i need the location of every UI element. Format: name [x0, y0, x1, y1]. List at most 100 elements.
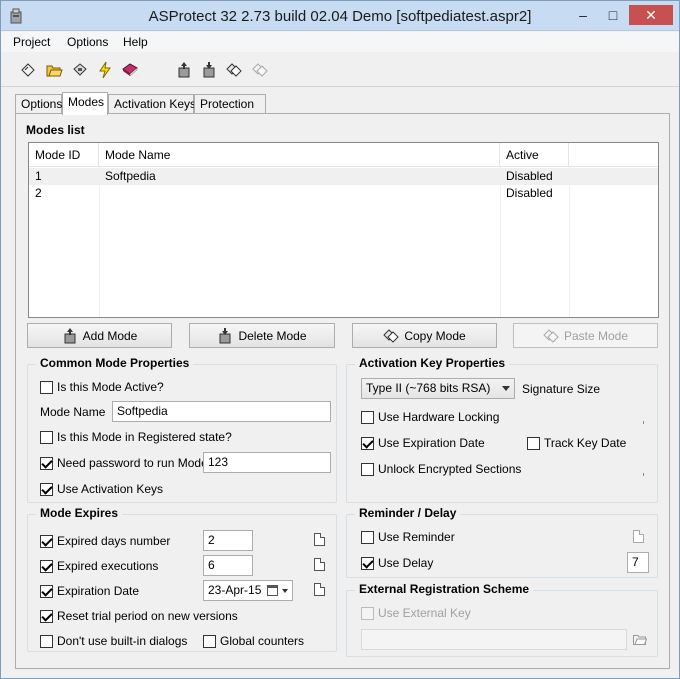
checkbox-box[interactable] — [527, 436, 540, 450]
tab-protection[interactable]: Protection — [194, 94, 266, 114]
toolbar-add-mode-button[interactable] — [173, 59, 195, 81]
window-controls: – □ ✕ — [569, 5, 673, 25]
expired-days-checkbox[interactable]: Expired days number — [40, 534, 170, 548]
use-delay-checkbox[interactable]: Use Delay — [361, 556, 433, 570]
hardware-locking-label: Use Hardware Locking — [378, 410, 500, 424]
track-key-date-checkbox[interactable]: Track Key Date — [527, 436, 626, 450]
is-mode-active-checkbox[interactable]: Is this Mode Active? — [40, 380, 164, 394]
chevron-down-icon — [282, 589, 288, 593]
cell-mode-id: 1 — [35, 169, 42, 183]
registered-state-label: Is this Mode in Registered state? — [57, 430, 232, 444]
use-expiration-date-checkbox[interactable]: Use Expiration Date — [361, 436, 485, 450]
tab-modes[interactable]: Modes — [62, 92, 108, 115]
registered-state-checkbox[interactable]: Is this Mode in Registered state? — [40, 430, 232, 444]
reset-trial-checkbox[interactable]: Reset trial period on new versions — [40, 609, 238, 623]
toolbar-copy-mode-button[interactable] — [223, 59, 245, 81]
calendar-icon — [267, 585, 278, 596]
document-icon[interactable] — [314, 583, 325, 596]
checkbox-box[interactable] — [40, 559, 53, 573]
checkbox-box[interactable] — [361, 530, 374, 544]
hardware-locking-checkbox[interactable]: Use Hardware Locking — [361, 410, 499, 424]
minimize-button[interactable]: – — [569, 5, 597, 25]
checkbox-box[interactable] — [40, 482, 53, 496]
tab-activation-keys[interactable]: Activation Keys — [108, 94, 196, 114]
password-field[interactable]: 123 — [203, 452, 331, 473]
delay-field[interactable]: 7 — [627, 552, 649, 573]
global-counters-checkbox[interactable]: Global counters — [203, 634, 304, 648]
expired-executions-field[interactable]: 6 — [203, 555, 253, 576]
open-folder-icon[interactable] — [633, 634, 647, 645]
checkbox-box[interactable] — [40, 430, 53, 444]
delete-mode-icon — [203, 62, 215, 78]
title-bar[interactable]: ASProtect 32 2.73 build 02.04 Demo [soft… — [1, 1, 679, 31]
cell-active: Disabled — [506, 186, 553, 200]
menu-options[interactable]: Options — [67, 35, 108, 49]
save-project-button[interactable] — [69, 59, 91, 81]
help-button[interactable] — [119, 59, 141, 81]
use-external-key-checkbox[interactable]: Use External Key — [361, 606, 471, 620]
copy-mode-label: Copy Mode — [404, 328, 466, 343]
checkbox-box[interactable] — [361, 410, 374, 424]
menu-project[interactable]: Project — [13, 35, 50, 49]
common-mode-properties-group: Common Mode Properties Is this Mode Acti… — [27, 356, 337, 503]
chevron-down-icon — [502, 386, 510, 391]
checkbox-box[interactable] — [40, 609, 53, 623]
expired-days-field[interactable]: 2 — [203, 530, 253, 551]
delete-mode-icon — [219, 327, 231, 343]
column-mode-name[interactable]: Mode Name — [99, 143, 500, 167]
menu-help[interactable]: Help — [123, 35, 148, 49]
column-active[interactable]: Active — [500, 143, 569, 167]
maximize-button[interactable]: □ — [599, 5, 627, 25]
checkbox-box[interactable] — [40, 380, 53, 394]
document-icon[interactable] — [314, 558, 325, 571]
protect-button[interactable] — [94, 59, 116, 81]
checkbox-box[interactable] — [40, 456, 53, 470]
paste-mode-icon — [543, 328, 559, 343]
checkbox-box[interactable] — [40, 584, 53, 598]
cell-mode-name: Softpedia — [105, 169, 156, 183]
expired-days-label: Expired days number — [57, 534, 171, 548]
use-reminder-checkbox[interactable]: Use Reminder — [361, 530, 455, 544]
checkbox-box[interactable] — [361, 436, 374, 450]
column-mode-id[interactable]: Mode ID — [29, 143, 99, 167]
toolbar-paste-mode-button[interactable] — [249, 59, 271, 81]
track-key-date-label: Track Key Date — [544, 436, 627, 450]
checkbox-box[interactable] — [203, 634, 216, 648]
use-activation-keys-checkbox[interactable]: Use Activation Keys — [40, 482, 163, 496]
need-password-checkbox[interactable]: Need password to run Mode — [40, 456, 208, 470]
table-row[interactable]: 1 Softpedia Disabled — [29, 168, 658, 185]
expiration-date-checkbox[interactable]: Expiration Date — [40, 584, 139, 598]
document-icon[interactable] — [314, 533, 325, 546]
document-icon[interactable] — [633, 530, 644, 543]
paste-mode-button[interactable]: Paste Mode — [513, 323, 658, 348]
external-key-path-field[interactable] — [361, 629, 627, 650]
open-project-button[interactable] — [43, 59, 65, 81]
table-row[interactable]: 2 Disabled — [29, 185, 658, 202]
checkbox-box[interactable] — [40, 534, 53, 548]
checkbox-box[interactable] — [361, 556, 374, 570]
copy-mode-button[interactable]: Copy Mode — [352, 323, 497, 348]
toolbar — [1, 53, 679, 87]
toolbar-delete-mode-button[interactable] — [198, 59, 220, 81]
unlock-encrypted-sections-label: Unlock Encrypted Sections — [378, 462, 522, 476]
add-mode-button[interactable]: Add Mode — [27, 323, 172, 348]
tab-options[interactable]: Options — [15, 94, 62, 114]
unlock-encrypted-sections-checkbox[interactable]: Unlock Encrypted Sections — [361, 462, 521, 476]
expired-executions-checkbox[interactable]: Expired executions — [40, 559, 158, 573]
new-project-button[interactable] — [17, 59, 39, 81]
checkbox-box[interactable] — [361, 606, 374, 620]
delete-mode-button[interactable]: Delete Mode — [189, 323, 335, 348]
close-button[interactable]: ✕ — [629, 5, 673, 25]
mode-name-label: Mode Name — [40, 405, 106, 419]
no-builtin-dialogs-checkbox[interactable]: Don't use built-in dialogs — [40, 634, 187, 648]
mode-name-field[interactable]: Softpedia — [112, 401, 331, 422]
common-mode-properties-title: Common Mode Properties — [36, 356, 194, 370]
key-type-select[interactable]: Type II (~768 bits RSA) — [361, 378, 515, 399]
modes-list[interactable]: Mode ID Mode Name Active 1 Softpedia Dis… — [28, 142, 659, 318]
expiration-date-picker[interactable]: 23-Apr-15 — [203, 580, 293, 601]
checkbox-box[interactable] — [361, 462, 374, 476]
resize-tick — [643, 421, 644, 424]
modes-panel: Modes list Mode ID Mode Name Active 1 So… — [15, 113, 670, 669]
checkbox-box[interactable] — [40, 634, 53, 648]
external-registration-group: External Registration Scheme Use Externa… — [346, 582, 658, 657]
